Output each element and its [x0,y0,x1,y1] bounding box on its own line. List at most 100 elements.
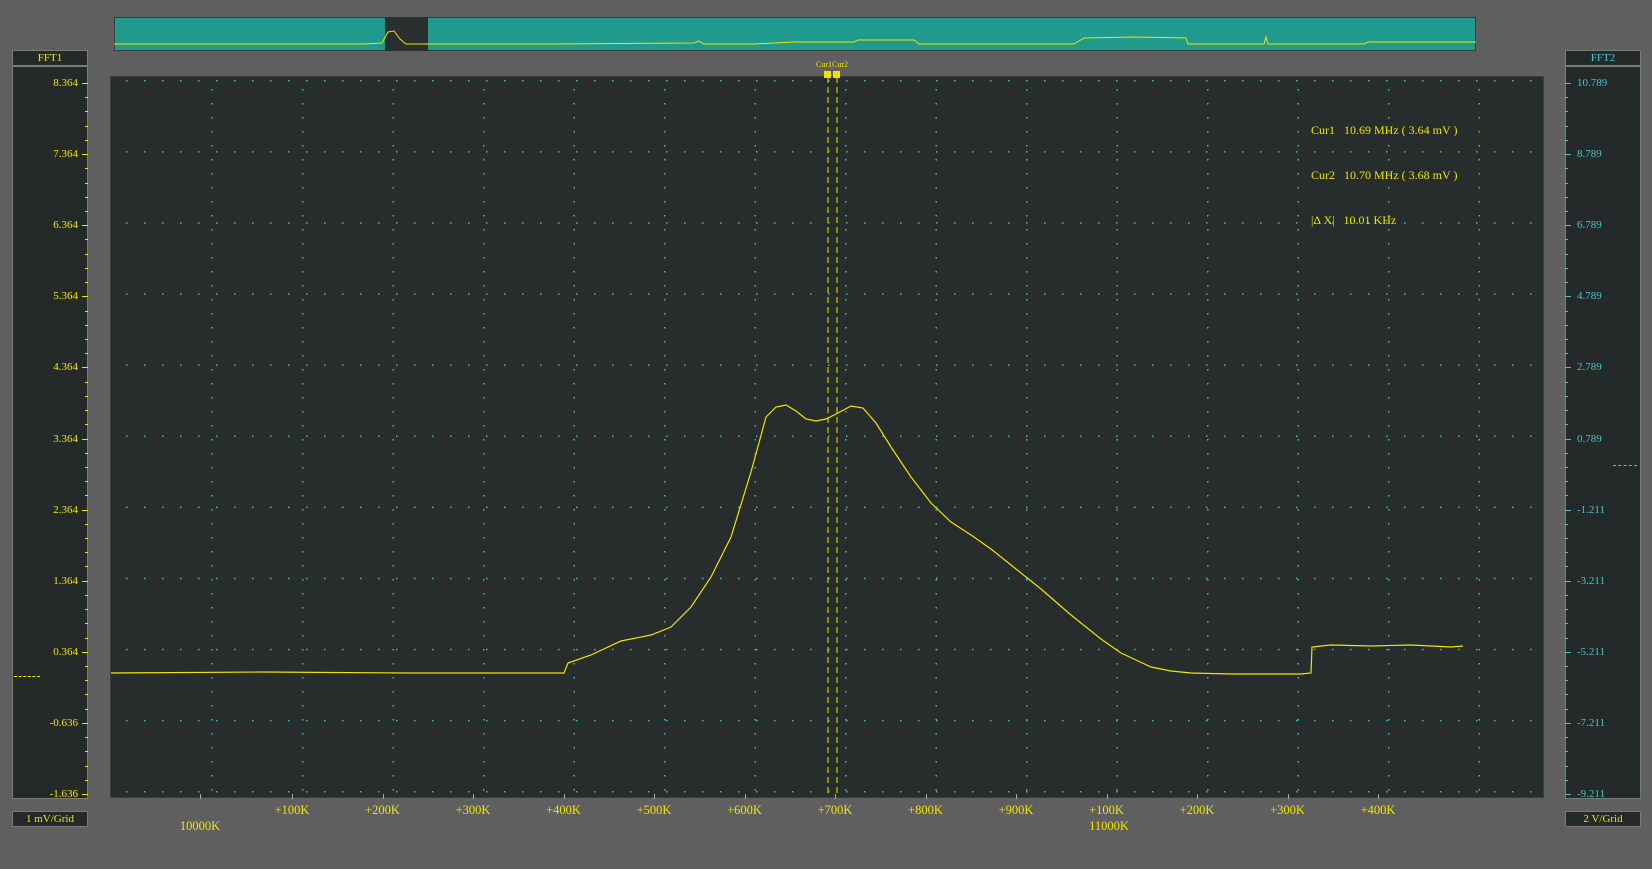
left-scale-minor-tick [85,609,88,611]
grid-dot [1297,439,1299,441]
grid-dot [1350,80,1352,82]
grid-dot [1207,677,1209,679]
grid-dot [1332,364,1334,366]
grid-dot [666,80,668,82]
grid-dot [211,775,213,777]
grid-dot [1314,506,1316,509]
grid-dot [1206,577,1208,580]
grid-dot [1116,131,1118,133]
grid-dot [1242,648,1244,651]
grid-dot [573,495,575,497]
grid-dot [702,151,704,153]
grid-dot [162,435,164,437]
grid-dot [1297,663,1299,665]
grid-dot [1152,719,1154,722]
cursor1-handle[interactable] [824,71,831,78]
grid-dot [126,80,128,82]
grid-dot [1350,577,1352,580]
grid-dot [306,577,308,580]
grid-dot [1116,435,1118,437]
grid-dot [754,705,756,707]
grid-dot [450,364,452,366]
left-scale-minor-tick [85,310,88,312]
grid-dot [1260,648,1262,651]
grid-dot [483,117,485,119]
grid-dot [845,131,847,133]
grid-dot [845,635,847,637]
grid-dot [1278,435,1280,437]
grid-dot [1206,364,1208,366]
grid-dot [664,243,666,245]
grid-dot [392,467,394,469]
grid-dot [1458,435,1460,437]
grid-dot [1422,506,1424,509]
grid-dot [935,481,937,483]
grid-dot [540,151,542,153]
grid-dot [936,151,938,153]
grid-dot [666,719,668,722]
grid-dot [392,229,394,231]
grid-dot [1297,243,1299,245]
grid-dot [360,719,362,722]
grid-dot [573,593,575,595]
grid-dot [1224,648,1226,651]
left-scale-tick [82,509,88,511]
grid-dot [1044,791,1046,793]
grid-dot [702,364,704,366]
grid-dot [648,364,650,366]
grid-dot [1152,577,1154,580]
grid-dot [1116,151,1118,153]
grid-dot [918,364,920,366]
right-zero-marker[interactable] [1613,465,1637,466]
grid-dot [664,565,666,567]
grid-dot [1476,222,1478,224]
grid-dot [392,89,394,91]
grid-dot [1207,495,1209,497]
grid-dot [483,565,485,567]
grid-dot [573,663,575,665]
grid-dot [792,648,794,651]
grid-dot [1478,327,1480,329]
grid-dot [845,215,847,217]
grid-dot [486,648,488,651]
grid-dot [972,791,974,793]
cursor2-handle[interactable] [833,71,840,78]
grid-dot [1278,577,1280,580]
grid-dot [1386,435,1388,437]
left-zero-marker[interactable] [14,676,40,677]
grid-dot [1404,791,1406,793]
grid-dot [754,467,756,469]
grid-dot [864,719,866,722]
grid-dot [1297,411,1299,413]
grid-dot [664,397,666,399]
grid-dot [935,299,937,301]
grid-dot [302,425,304,427]
grid-dot [935,341,937,343]
grid-dot [664,187,666,189]
grid-dot [211,439,213,441]
grid-dot [1116,411,1118,413]
grid-dot [211,509,213,511]
grid-dot [1388,565,1390,567]
grid-dot [540,648,542,651]
left-scale-minor-tick [85,168,88,170]
grid-dot [1530,506,1532,509]
grid-dot [1026,222,1028,224]
grid-dot [1026,506,1028,509]
x-axis-tick-label: +300K [455,803,491,817]
grid-dot [845,705,847,707]
grid-dot [1098,364,1100,366]
grid-dot [162,577,164,580]
grid-dot [754,565,756,567]
grid-dot [180,435,182,437]
grid-dot [486,80,488,82]
grid-dot [392,677,394,679]
grid-dot [392,117,394,119]
grid-dot [1297,369,1299,371]
grid-dot [1026,761,1028,763]
grid-dot [756,648,758,651]
grid-dot [935,747,937,749]
grid-dot [1494,435,1496,437]
grid-dot [1134,435,1136,437]
grid-dot [211,397,213,399]
